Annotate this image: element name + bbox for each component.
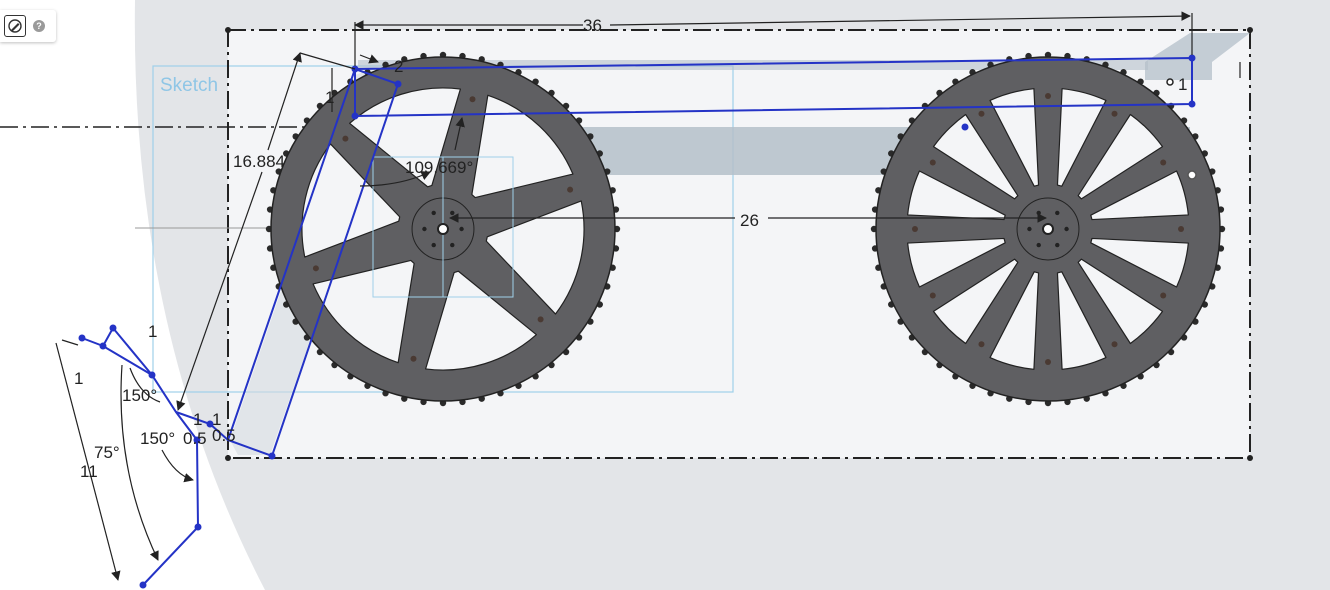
hub-bolt	[1055, 210, 1060, 216]
rim-bolt	[1111, 341, 1118, 348]
sketch-toolbar: ?	[0, 10, 56, 42]
rim-bolt	[978, 341, 985, 348]
corner-point[interactable]	[225, 455, 231, 461]
dim-bracket-5[interactable]: 1	[193, 410, 202, 429]
rim-bolt	[342, 135, 349, 142]
rim-bolt	[410, 355, 417, 362]
corner-point[interactable]	[1247, 455, 1253, 461]
cad-viewport[interactable]: Sketch 36 26 16.884 109.669° 2 1 1 1 1 1…	[0, 0, 1330, 590]
hub-bolt	[422, 226, 427, 232]
rim-bolt	[312, 265, 319, 272]
model-canvas[interactable]: Sketch 36 26 16.884 109.669° 2 1 1 1 1 1…	[0, 0, 1330, 590]
hub-bolt	[1027, 226, 1032, 232]
hub-bolt	[450, 242, 455, 248]
rim-bolt	[1045, 359, 1051, 366]
pencil-glyph	[8, 19, 22, 33]
sketch-pencil-icon[interactable]	[4, 15, 26, 37]
dim-bracket-3[interactable]: 0.5	[183, 429, 207, 448]
dim-wheelbase[interactable]: 26	[740, 211, 759, 230]
frame-end-point[interactable]	[1187, 170, 1197, 180]
hub-bolt	[450, 210, 455, 216]
rim-bolt	[537, 316, 544, 323]
dim-arm-angle[interactable]: 109.669°	[405, 158, 473, 177]
rim-bolt	[929, 159, 936, 166]
hub-bolt	[1036, 242, 1041, 248]
rim-bolt	[1178, 226, 1185, 232]
corner-point[interactable]	[225, 27, 231, 33]
hub-bolt	[1064, 226, 1069, 232]
corner-point[interactable]	[1247, 27, 1253, 33]
sketch-label: Sketch	[160, 75, 218, 96]
dim-bracket-length[interactable]: 11	[80, 462, 98, 481]
dim-bracket-angle-2[interactable]: 150°	[140, 429, 175, 448]
dim-small-b[interactable]: 1	[325, 88, 334, 107]
hub-bolt	[1055, 242, 1060, 248]
hub-bolt	[431, 242, 436, 248]
rim-bolt	[1160, 292, 1167, 299]
rim-bolt	[1045, 92, 1051, 99]
front-axle-point[interactable]	[437, 223, 449, 235]
dim-small-right[interactable]: 1	[1178, 75, 1187, 94]
dim-arm-length[interactable]: 16.884	[233, 152, 285, 171]
rim-bolt	[978, 110, 985, 117]
rim-bolt	[1160, 159, 1167, 166]
rim-bolt	[469, 96, 476, 103]
rim-bolt	[1111, 110, 1118, 117]
dim-overall-length[interactable]: 36	[583, 16, 602, 35]
hub-bolt	[431, 210, 436, 216]
bracket-point[interactable]	[1166, 78, 1174, 86]
dim-bracket-angle-3[interactable]: 75°	[94, 443, 120, 462]
rim-bolt	[567, 186, 574, 193]
dim-bracket-6[interactable]: 1	[212, 410, 221, 429]
hub-bolt	[459, 226, 464, 232]
rim-bolt	[911, 226, 918, 232]
dim-bracket-angle-1[interactable]: 150°	[122, 386, 157, 405]
dim-bracket-2[interactable]: 1	[74, 369, 83, 388]
dim-small-a[interactable]: 2	[394, 57, 403, 76]
help-icon[interactable]: ?	[33, 20, 45, 32]
rear-axle-point[interactable]	[1042, 223, 1054, 235]
rim-bolt	[929, 292, 936, 299]
hub-bolt	[1036, 210, 1041, 216]
dim-bracket-1[interactable]: 1	[148, 322, 157, 341]
